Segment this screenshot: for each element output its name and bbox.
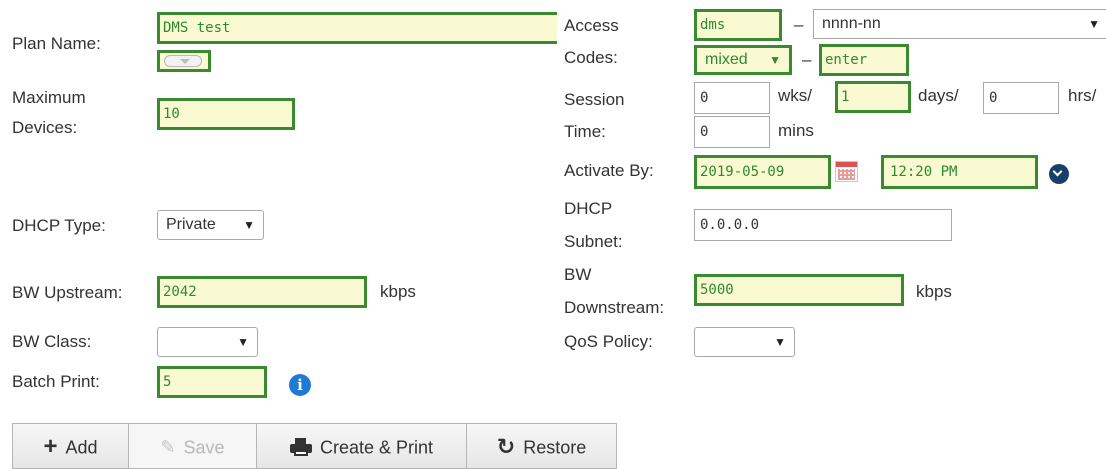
dhcp-type-label: DHCP Type: <box>12 216 106 235</box>
batch-print-label: Batch Print: <box>12 372 100 391</box>
printer-icon-tray <box>293 450 308 457</box>
session-weeks-input[interactable]: 0 <box>694 82 770 114</box>
add-button-label: Add <box>65 437 98 458</box>
create-print-button-label: Create & Print <box>319 437 434 458</box>
access-code-dash-2: – <box>802 50 812 69</box>
access-code-pattern-select[interactable]: nnnn-nn ▼ <box>813 9 1106 39</box>
bw-class-label: BW Class: <box>12 332 92 351</box>
session-days-input[interactable]: 1 <box>835 81 911 113</box>
bw-downstream-unit: kbps <box>916 282 952 301</box>
dhcp-subnet-label-line2: Subnet: <box>564 232 623 251</box>
undo-icon: ↻ <box>496 434 516 460</box>
bw-upstream-input[interactable]: 2042 <box>157 276 367 308</box>
session-weeks-unit: wks/ <box>778 86 812 105</box>
bw-downstream-label-line2: Downstream: <box>564 298 665 317</box>
access-code-case-value: mixed <box>705 51 748 68</box>
batch-print-input[interactable]: 5 <box>157 366 267 398</box>
qos-policy-label: QoS Policy: <box>564 332 653 351</box>
qos-policy-select[interactable]: ▼ <box>694 327 795 357</box>
activate-date-input[interactable]: 2019-05-09 <box>694 155 831 189</box>
caret-down-icon: ▼ <box>774 335 786 349</box>
session-mins-input[interactable]: 0 <box>694 116 770 148</box>
max-devices-label-line2: Devices: <box>12 118 78 137</box>
save-button[interactable]: ✎ Save <box>128 423 257 469</box>
bw-upstream-unit: kbps <box>380 282 416 301</box>
session-days-unit: days/ <box>918 86 959 105</box>
dhcp-type-value: Private <box>166 216 216 233</box>
info-icon[interactable]: i <box>289 374 311 396</box>
calendar-icon-grid <box>838 169 855 180</box>
pencil-icon: ✎ <box>160 437 176 458</box>
bw-downstream-input[interactable]: 5000 <box>694 274 904 306</box>
dhcp-subnet-label-line1: DHCP <box>564 199 613 218</box>
time-dropdown-icon[interactable] <box>1049 164 1069 184</box>
access-codes-label-line2: Codes: <box>564 48 618 67</box>
access-code-prefix-input[interactable]: dms <box>694 9 782 41</box>
create-print-button[interactable]: Create & Print <box>256 423 467 469</box>
session-time-label-line1: Session <box>564 90 625 109</box>
max-devices-label-line1: Maximum <box>12 88 86 107</box>
plus-icon: + <box>43 433 58 461</box>
access-code-suffix-input[interactable]: enter <box>819 44 909 76</box>
access-code-case-select[interactable]: mixed ▼ <box>694 45 792 75</box>
access-code-pattern-value: nnnn-nn <box>822 15 881 32</box>
session-mins-unit: mins <box>778 121 814 140</box>
plan-name-label: Plan Name: <box>12 34 101 53</box>
restore-button[interactable]: ↻ Restore <box>466 423 617 469</box>
access-codes-label-line1: Access <box>564 16 619 35</box>
dhcp-subnet-input[interactable]: 0.0.0.0 <box>694 209 952 241</box>
caret-down-icon: ▼ <box>1088 17 1100 31</box>
caret-down-icon: ▼ <box>237 335 249 349</box>
session-hours-unit: hrs/ <box>1068 86 1097 105</box>
save-button-label: Save <box>183 437 225 458</box>
activate-time-input[interactable]: 12:20 PM <box>881 155 1038 189</box>
restore-button-label: Restore <box>523 437 587 458</box>
chevron-down-icon <box>1052 166 1063 177</box>
session-hours-input[interactable]: 0 <box>983 82 1059 114</box>
dhcp-type-select[interactable]: Private ▼ <box>157 210 264 240</box>
expand-toggle[interactable] <box>157 50 211 72</box>
calendar-icon-header <box>836 162 857 167</box>
bw-upstream-label: BW Upstream: <box>12 283 123 302</box>
chevron-down-icon <box>180 59 190 64</box>
activate-by-label: Activate By: <box>564 161 654 180</box>
max-devices-input[interactable]: 10 <box>157 98 295 130</box>
printer-icon <box>289 438 312 457</box>
access-code-dash-1: – <box>794 15 804 34</box>
expand-toggle-pill <box>164 55 202 67</box>
bw-class-select[interactable]: ▼ <box>157 327 258 357</box>
caret-down-icon: ▼ <box>769 53 781 67</box>
caret-down-icon: ▼ <box>243 218 255 232</box>
bw-downstream-label-line1: BW <box>564 265 592 284</box>
calendar-icon[interactable] <box>835 161 858 182</box>
session-time-label-line2: Time: <box>564 122 606 141</box>
plan-name-input[interactable]: DMS test <box>157 12 557 44</box>
add-button[interactable]: + Add <box>12 423 129 469</box>
